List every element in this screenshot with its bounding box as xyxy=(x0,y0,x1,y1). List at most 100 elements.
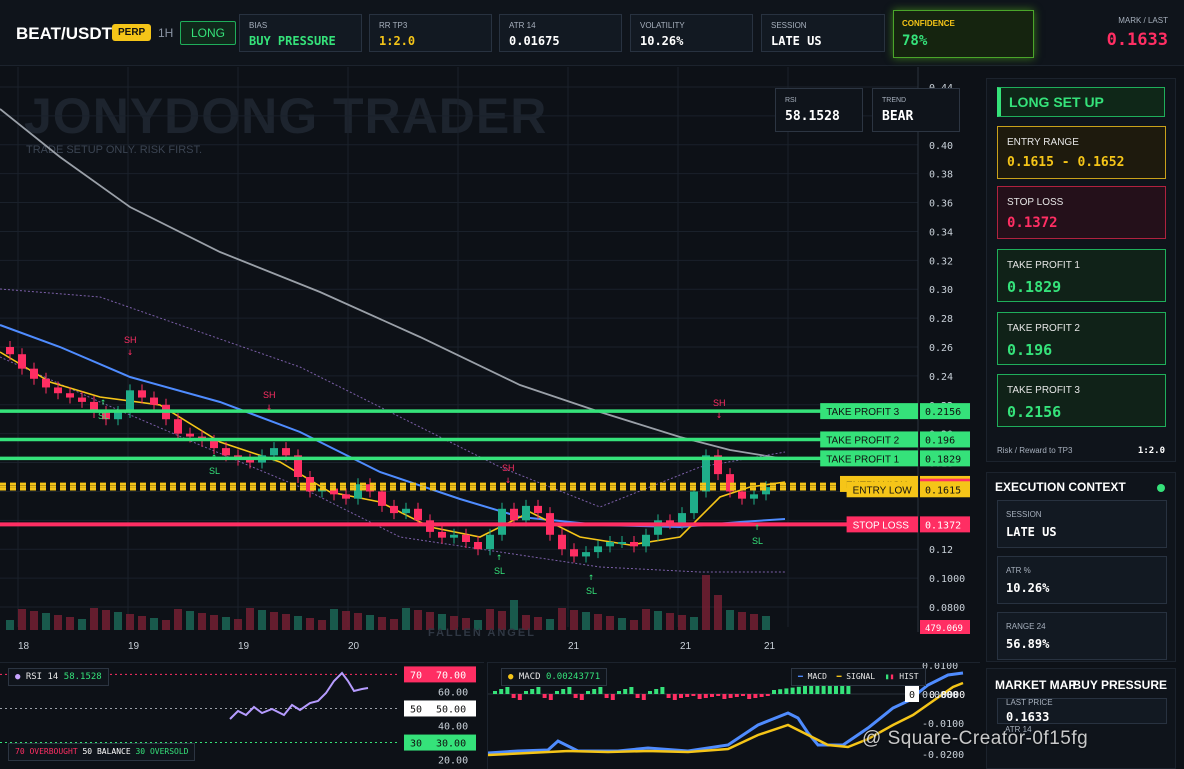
candle-body xyxy=(54,387,62,394)
macd-hist-bar xyxy=(660,687,665,694)
macd-hist-bar xyxy=(654,689,659,694)
rsi-name: RSI 14 xyxy=(25,672,59,682)
exec-range-label: RANGE 24 xyxy=(1006,622,1046,631)
trend-info-value: BEAR xyxy=(882,109,914,124)
volume-bar xyxy=(198,613,206,630)
rr-tp3-box: RR TP3 1:2.0 xyxy=(369,14,492,52)
candle-body xyxy=(678,513,686,524)
volume-bar xyxy=(294,616,302,630)
ma-fast-line xyxy=(0,351,786,546)
price-tick-label: 0.34 xyxy=(929,227,953,238)
candle-body xyxy=(750,494,758,499)
macd-hist-bar xyxy=(555,691,559,694)
rsi-level-tag-value: 30.00 xyxy=(436,739,466,750)
entry-range-value: 0.1615 - 0.1652 xyxy=(1007,155,1125,170)
macd-zero-tag-value: 0.0000 xyxy=(929,690,965,701)
level-label: TAKE PROFIT 1 xyxy=(826,454,899,465)
macd-panel[interactable]: 0.0100 0.0000 -0.0100 -0.0200 0 0.0000 ● MACD… xyxy=(487,661,980,769)
volume-bar xyxy=(222,617,230,630)
macd-hist-bar xyxy=(530,689,535,694)
time-tick-label: 19 xyxy=(128,641,140,652)
symbol-label[interactable]: BEAT/USDT xyxy=(16,24,112,44)
exec-session-value: LATE US xyxy=(1006,525,1057,539)
volume-bar xyxy=(750,614,758,630)
trade-levels: TAKE PROFIT 3 0.2156 TAKE PROFIT 2 0.196 TAK… xyxy=(0,403,970,533)
macd-hist-bar xyxy=(784,688,789,694)
direction-badge: LONG xyxy=(180,21,237,45)
rsi-info-label: RSI xyxy=(785,97,797,104)
ma-mid-line xyxy=(0,324,786,529)
macd-hist-bar xyxy=(635,694,640,698)
macd-hist-bar xyxy=(648,691,652,694)
candle-body xyxy=(498,508,506,535)
trading-dashboard: BEAT/USDT PERP 1H LONG BIAS BUY PRESSURE… xyxy=(0,0,1184,769)
volume-bar xyxy=(366,615,374,630)
take-profit-2-card: TAKE PROFIT 2 0.196 xyxy=(997,312,1166,365)
confidence-box: CONFIDENCE 78% xyxy=(893,10,1034,58)
swing-low-arrow-icon: ↑ xyxy=(100,397,106,408)
candle-body xyxy=(474,542,482,550)
rsi-panel[interactable]: 70.0060.0050.0040.0030.0020.007070.00505… xyxy=(0,662,484,769)
candle-body xyxy=(342,494,350,499)
swing-low-arrow-icon: ↑ xyxy=(588,572,594,583)
take-profit-1-label: TAKE PROFIT 1 xyxy=(1007,260,1080,271)
macd-hist-bar xyxy=(567,687,572,694)
trend-info-label: TREND xyxy=(882,97,907,104)
volume-bar xyxy=(654,611,662,630)
macd-hist-bar xyxy=(772,690,776,694)
rr-tp3-label: RR TP3 xyxy=(379,21,408,30)
macd-hist-bar xyxy=(604,694,609,698)
swing-high-label: SH xyxy=(263,390,276,400)
exec-atr-value: 10.26% xyxy=(1006,581,1050,595)
last-price-card: LAST PRICE 0.1633 xyxy=(997,698,1167,724)
entry-range-card: ENTRY RANGE 0.1615 - 0.1652 xyxy=(997,126,1166,179)
candle-body xyxy=(690,491,698,514)
atr-label: ATR 14 xyxy=(509,21,536,30)
volume-bar xyxy=(270,612,278,630)
level-price: 0.1829 xyxy=(925,454,961,465)
candle-body xyxy=(30,368,38,379)
candle-body xyxy=(414,508,422,521)
volume-bar xyxy=(510,600,518,630)
level-price: 0.1615 xyxy=(925,485,961,496)
rsi-level-tag-key: 50 xyxy=(410,704,422,715)
swing-low-arrow-icon: ↑ xyxy=(754,522,760,533)
volume-bar xyxy=(546,619,554,630)
volume-bar xyxy=(318,620,326,630)
volatility-label: VOLATILITY xyxy=(640,21,685,30)
candle-body xyxy=(522,505,530,521)
macd-hist-bar xyxy=(592,689,597,694)
rsi-level-tag-key: 30 xyxy=(410,739,422,750)
candle-body xyxy=(594,546,602,553)
candle-body xyxy=(186,433,194,437)
volume-bar xyxy=(726,610,734,630)
take-profit-2-value: 0.196 xyxy=(1007,341,1053,359)
rsi-legend-os-text: OVERSOLD xyxy=(149,747,189,756)
timeframe-label[interactable]: 1H xyxy=(158,26,173,40)
volume-bar xyxy=(258,610,266,630)
volume-bar xyxy=(738,612,746,630)
price-tick-label: 0.36 xyxy=(929,199,953,210)
volume-bar xyxy=(234,619,242,630)
price-chart[interactable]: JONYDONG TRADER TRADE SETUP ONLY. RISK F… xyxy=(0,67,980,662)
volume-bar xyxy=(330,609,338,630)
candle-body xyxy=(738,491,746,499)
macd-hist-bar xyxy=(703,694,708,698)
macd-hist-bar xyxy=(505,687,510,694)
execution-context-panel: EXECUTION CONTEXT SESSION LATE US ATR % … xyxy=(986,472,1176,662)
candle-body xyxy=(630,542,638,547)
volume-bar xyxy=(642,609,650,630)
macd-hist-bar xyxy=(517,694,522,700)
stop-loss-value: 0.1372 xyxy=(1007,215,1058,231)
volume-bar xyxy=(66,617,74,630)
volume-bar xyxy=(606,616,614,630)
price-chart-canvas[interactable]: 0.440.420.400.380.360.340.320.300.280.26… xyxy=(0,67,980,662)
volume-bar xyxy=(630,620,638,630)
macd-hist-bar xyxy=(765,694,770,696)
volume-bar xyxy=(702,575,710,630)
macd-hist-bar xyxy=(716,694,721,696)
macd-hist-bar xyxy=(796,686,801,694)
level-label: STOP LOSS xyxy=(853,520,910,531)
footer-watermark: FALLEN ANGEL xyxy=(428,627,536,639)
candle-body xyxy=(150,397,158,405)
